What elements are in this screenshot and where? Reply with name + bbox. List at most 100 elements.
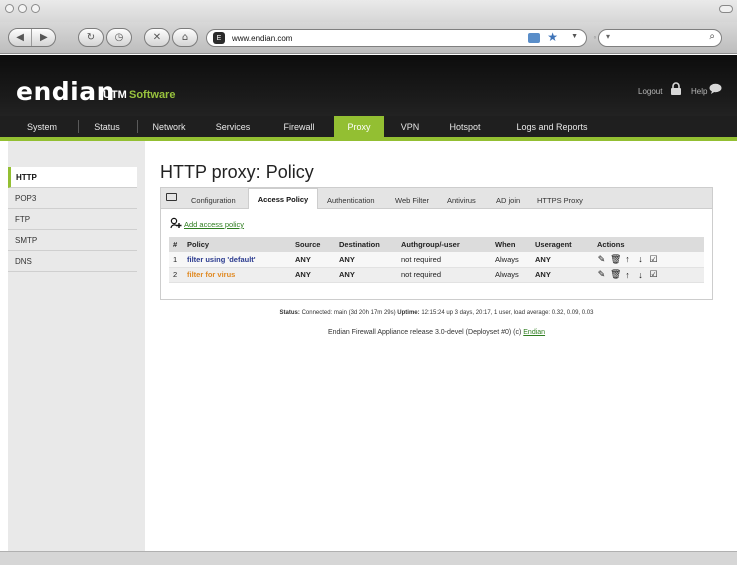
row-actions: ✎ 🗑 ↑ ↓ ☑ bbox=[597, 269, 704, 280]
move-up-icon[interactable]: ↑ bbox=[623, 270, 632, 280]
nav-vpn[interactable]: VPN bbox=[394, 116, 426, 137]
enable-checkbox-icon[interactable]: ☑ bbox=[649, 269, 658, 280]
cell-useragent: ANY bbox=[531, 267, 593, 283]
cell-destination: ANY bbox=[335, 267, 397, 283]
toolbar-toggle-button[interactable] bbox=[719, 5, 733, 13]
policy-link[interactable]: filter using 'default' bbox=[187, 255, 256, 264]
sidebar-item-http[interactable]: HTTP bbox=[8, 167, 137, 188]
col-header-useragent: Useragent bbox=[531, 237, 593, 252]
nav-logs-and-reports[interactable]: Logs and Reports bbox=[508, 116, 596, 137]
nav-network[interactable]: Network bbox=[146, 116, 192, 137]
bookmark-star-icon[interactable]: ★ bbox=[547, 30, 558, 44]
main-navigation: System Status Network Services Firewall … bbox=[0, 116, 737, 137]
tab-authentication[interactable]: Authentication bbox=[327, 192, 375, 209]
cell-authgroup: not required bbox=[397, 252, 491, 268]
search-engine-icon[interactable]: ▾ bbox=[606, 32, 610, 41]
footer-text: Endian Firewall Appliance release 3.0-de… bbox=[327, 329, 522, 336]
delete-icon[interactable]: 🗑 bbox=[610, 254, 621, 265]
edit-icon[interactable]: ✎ bbox=[597, 254, 606, 265]
logo-subtitle-utm: UTM bbox=[103, 89, 127, 101]
tab-ad-join[interactable]: AD join bbox=[496, 192, 520, 209]
back-forward-buttons: ◀ ▶ bbox=[8, 28, 56, 47]
speech-bubble-icon[interactable] bbox=[709, 83, 722, 94]
minimize-window-button[interactable] bbox=[18, 4, 27, 13]
sidebar-item-pop3[interactable]: POP3 bbox=[8, 188, 137, 209]
table-row: 1 filter using 'default' ANY ANY not req… bbox=[169, 252, 704, 268]
tab-https-proxy[interactable]: HTTPS Proxy bbox=[537, 192, 583, 209]
window-titlebar bbox=[0, 0, 737, 22]
cell-authgroup: not required bbox=[397, 267, 491, 283]
col-header-source: Source bbox=[291, 237, 335, 252]
home-icon: ⌂ bbox=[181, 32, 189, 43]
col-header-actions: Actions bbox=[593, 237, 704, 252]
sidebar-item-smtp[interactable]: SMTP bbox=[8, 230, 137, 251]
cell-source: ANY bbox=[291, 267, 335, 283]
cell-when: Always bbox=[491, 252, 531, 268]
nav-status[interactable]: Status bbox=[88, 116, 126, 137]
lock-icon[interactable] bbox=[670, 82, 682, 95]
delete-icon[interactable]: 🗑 bbox=[610, 269, 621, 280]
cell-destination: ANY bbox=[335, 252, 397, 268]
rss-icon[interactable] bbox=[528, 33, 540, 43]
zoom-window-button[interactable] bbox=[31, 4, 40, 13]
table-header-row: # Policy Source Destination Authgroup/-u… bbox=[169, 237, 704, 252]
enable-checkbox-icon[interactable]: ☑ bbox=[649, 254, 658, 265]
sidebar-item-dns[interactable]: DNS bbox=[8, 251, 137, 272]
history-button[interactable]: ◷ bbox=[106, 28, 132, 47]
col-header-policy: Policy bbox=[183, 237, 291, 252]
stop-button[interactable]: ✕ bbox=[144, 28, 170, 47]
move-down-icon[interactable]: ↓ bbox=[636, 254, 645, 264]
move-up-icon[interactable]: ↑ bbox=[623, 254, 632, 264]
policy-link[interactable]: filter for virus bbox=[187, 270, 235, 279]
nav-hotspot[interactable]: Hotspot bbox=[440, 116, 490, 137]
logout-link[interactable]: Logout bbox=[638, 87, 662, 96]
cell-source: ANY bbox=[291, 252, 335, 268]
nav-firewall[interactable]: Firewall bbox=[276, 116, 322, 137]
folder-icon bbox=[166, 193, 177, 201]
tab-access-policy[interactable]: Access Policy bbox=[248, 188, 318, 210]
sidebar-item-ftp[interactable]: FTP bbox=[8, 209, 137, 230]
nav-divider bbox=[137, 120, 138, 133]
cell-when: Always bbox=[491, 267, 531, 283]
tab-web-filter[interactable]: Web Filter bbox=[395, 192, 429, 209]
row-actions: ✎ 🗑 ↑ ↓ ☑ bbox=[597, 254, 704, 265]
browser-status-bar bbox=[0, 551, 737, 565]
status-line: Status: Connected: main (3d 20h 17m 29s)… bbox=[160, 310, 713, 316]
endian-logo: endian bbox=[16, 77, 115, 106]
address-bar[interactable]: E www.endian.com ★ ▼ bbox=[206, 29, 587, 47]
nav-system[interactable]: System bbox=[20, 116, 64, 137]
reload-button[interactable]: ↻ bbox=[78, 28, 104, 47]
tab-configuration[interactable]: Configuration bbox=[191, 192, 236, 209]
endian-footer-link[interactable]: Endian bbox=[523, 329, 545, 336]
tab-bar: Configuration Access Policy Authenticati… bbox=[160, 187, 713, 210]
col-header-when: When bbox=[491, 237, 531, 252]
move-down-icon[interactable]: ↓ bbox=[636, 270, 645, 280]
chevron-down-icon[interactable]: ▼ bbox=[571, 33, 578, 40]
edit-icon[interactable]: ✎ bbox=[597, 269, 606, 280]
uptime-text: 12:15:24 up 3 days, 20:17, 1 user, load … bbox=[421, 310, 594, 316]
home-button[interactable]: ⌂ bbox=[172, 28, 198, 47]
nav-proxy[interactable]: Proxy bbox=[334, 116, 384, 137]
cell-number: 2 bbox=[169, 267, 183, 283]
app-header: endian UTM Software Logout Help bbox=[0, 55, 737, 116]
url-text: www.endian.com bbox=[232, 33, 293, 43]
status-text: Connected: main (3d 20h 17m 29s) bbox=[301, 310, 396, 316]
browser-toolbar: ◀ ▶ ↻ ◷ ✕ ⌂ E www.endian.com ★ ▼ ◦ ▾ ⌕ bbox=[0, 22, 737, 54]
cell-number: 1 bbox=[169, 252, 183, 268]
back-button[interactable]: ◀ bbox=[9, 32, 31, 43]
add-access-policy-link[interactable]: Add access policy bbox=[184, 220, 244, 229]
add-policy-icon[interactable] bbox=[170, 217, 182, 229]
status-label: Status: bbox=[279, 310, 300, 316]
reload-icon: ↻ bbox=[86, 32, 96, 43]
help-link[interactable]: Help bbox=[691, 87, 707, 96]
table-row: 2 filter for virus ANY ANY not required … bbox=[169, 267, 704, 283]
close-window-button[interactable] bbox=[5, 4, 14, 13]
forward-button[interactable]: ▶ bbox=[33, 32, 55, 43]
logo-subtitle-software: Software bbox=[129, 89, 176, 101]
tab-antivirus[interactable]: Antivirus bbox=[447, 192, 476, 209]
clock-icon: ◷ bbox=[114, 32, 124, 43]
nav-services[interactable]: Services bbox=[210, 116, 256, 137]
col-header-authgroup: Authgroup/-user bbox=[397, 237, 491, 252]
search-input[interactable]: ▾ ⌕ bbox=[598, 29, 722, 47]
cell-useragent: ANY bbox=[531, 252, 593, 268]
